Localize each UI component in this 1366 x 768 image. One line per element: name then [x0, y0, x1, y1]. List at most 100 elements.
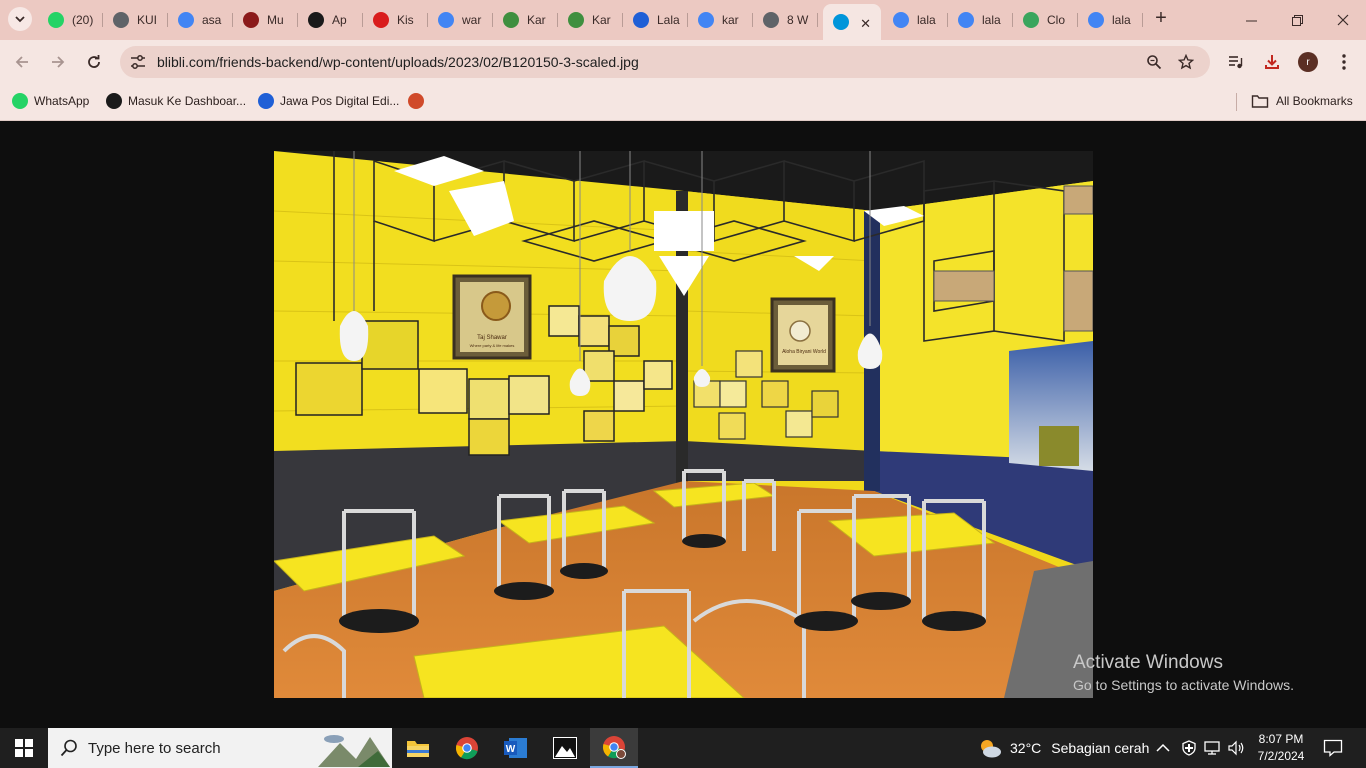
- notification-icon: [1323, 739, 1343, 757]
- bookmarks-divider: [1236, 93, 1237, 111]
- address-bar[interactable]: blibli.com/friends-backend/wp-content/up…: [120, 46, 1210, 78]
- zoom-magnifier-icon: [1147, 55, 1162, 70]
- activate-windows-title: Activate Windows: [1073, 652, 1223, 673]
- taskbar-clock[interactable]: 8:07 PM 7/2/2024: [1252, 731, 1310, 765]
- bookmark-item[interactable]: Masuk Ke Dashboar...: [106, 92, 246, 110]
- tab[interactable]: kar: [688, 6, 753, 34]
- tab[interactable]: lala: [1078, 6, 1143, 34]
- restore-button[interactable]: [1274, 0, 1320, 40]
- security-tray-button[interactable]: [1181, 728, 1197, 768]
- tab[interactable]: war: [428, 6, 493, 34]
- windows-logo-icon: [15, 739, 33, 757]
- chrome-taskbar-button[interactable]: [443, 728, 491, 768]
- tab-title: Ap: [332, 13, 347, 27]
- image-viewer: Taj Shawar Where party & life makes Aloh…: [0, 121, 1366, 728]
- tab-search-button[interactable]: [8, 7, 32, 31]
- restaurant-interior-photo: Taj Shawar Where party & life makes Aloh…: [274, 151, 1093, 698]
- media-queue-icon: [1229, 56, 1243, 69]
- folder-icon: [1251, 95, 1269, 108]
- reload-button[interactable]: [82, 50, 106, 74]
- close-window-button[interactable]: [1320, 0, 1366, 40]
- poster-right-title: Aloha Biryani World: [782, 349, 826, 355]
- site-info-icon[interactable]: [129, 53, 147, 71]
- google-icon: [178, 12, 194, 28]
- svg-text:W: W: [506, 744, 516, 755]
- tab[interactable]: KUI: [103, 6, 168, 34]
- s-logo-icon: [308, 12, 324, 28]
- chrome-icon: [455, 737, 478, 760]
- tab[interactable]: lala: [948, 6, 1013, 34]
- download-icon: [1265, 55, 1279, 69]
- tab-active[interactable]: ✕: [823, 4, 881, 40]
- blibli-icon: [833, 14, 849, 30]
- bookmark-item[interactable]: WhatsApp: [12, 92, 89, 110]
- tab-title: asa: [202, 13, 222, 27]
- zoom-button[interactable]: [1144, 52, 1164, 72]
- notification-center-button[interactable]: [1323, 728, 1343, 768]
- tab-title: lala: [982, 13, 1001, 27]
- media-control-button[interactable]: [1226, 52, 1246, 72]
- defender-shield-icon: [1182, 740, 1196, 756]
- forward-button[interactable]: [46, 50, 70, 74]
- bookmark-item[interactable]: [408, 92, 430, 110]
- tab-title: war: [462, 13, 482, 27]
- tab[interactable]: (20): [38, 6, 103, 34]
- weather-widget[interactable]: 32°C Sebagian cerah: [978, 728, 1149, 768]
- close-icon: [1337, 14, 1349, 26]
- maroon-logo-icon: [243, 12, 259, 28]
- whatsapp-icon: [12, 93, 28, 109]
- tab[interactable]: Kar: [493, 6, 558, 34]
- network-monitor-icon: [1204, 741, 1220, 755]
- tab-title: Clo: [1047, 13, 1066, 27]
- tab-close-icon[interactable]: ✕: [860, 16, 871, 32]
- new-tab-button[interactable]: +: [1150, 8, 1172, 30]
- minimize-button[interactable]: [1228, 0, 1274, 40]
- google-icon: [958, 12, 974, 28]
- tab[interactable]: asa: [168, 6, 233, 34]
- tab[interactable]: Ap: [298, 6, 363, 34]
- tab[interactable]: Mu: [233, 6, 298, 34]
- profile-avatar[interactable]: r: [1298, 52, 1318, 72]
- volume-tray-button[interactable]: [1228, 728, 1246, 768]
- tab[interactable]: 8 W: [753, 6, 818, 34]
- back-button[interactable]: [10, 50, 34, 74]
- file-explorer-taskbar-button[interactable]: [394, 728, 442, 768]
- start-button[interactable]: [0, 728, 48, 768]
- tab[interactable]: Lala: [623, 6, 688, 34]
- taskbar-search-box[interactable]: Type here to search: [48, 728, 392, 768]
- bookmark-star-button[interactable]: [1176, 52, 1196, 72]
- tab-title: Kar: [527, 13, 546, 27]
- browser-menu-button[interactable]: [1334, 52, 1354, 72]
- downloads-button[interactable]: [1262, 52, 1282, 72]
- url-text[interactable]: blibli.com/friends-backend/wp-content/up…: [157, 54, 639, 70]
- tab[interactable]: Clo: [1013, 6, 1078, 34]
- d-logo-icon: [633, 12, 649, 28]
- word-taskbar-button[interactable]: W: [492, 728, 540, 768]
- tab-title: lala: [917, 13, 936, 27]
- chrome-active-taskbar-button[interactable]: [590, 728, 638, 768]
- photos-taskbar-button[interactable]: [541, 728, 589, 768]
- tab-title: KUI: [137, 13, 158, 27]
- reload-icon: [88, 55, 100, 68]
- tab[interactable]: Kis: [363, 6, 428, 34]
- bookmarks-bar: WhatsApp Masuk Ke Dashboar... Jawa Pos Dig…: [0, 84, 1366, 121]
- speaker-icon: [1228, 740, 1244, 756]
- globe-icon: [113, 12, 129, 28]
- tab-title: (20): [72, 13, 94, 27]
- google-icon: [438, 12, 454, 28]
- tab[interactable]: Kar: [558, 6, 623, 34]
- tab[interactable]: lala: [883, 6, 948, 34]
- chevron-up-icon: [1156, 743, 1170, 752]
- chrome-icon: [602, 736, 626, 759]
- windows-taskbar: Type here to search W 32°C Sebagian cera…: [0, 728, 1366, 768]
- search-placeholder: Type here to search: [88, 740, 221, 757]
- tab-strip: (20) KUI asa Mu Ap Kis war Kar Kar Lala kar 8 W ✕ lal…: [0, 0, 1366, 40]
- bookmark-item[interactable]: Jawa Pos Digital Edi...: [258, 92, 399, 110]
- network-tray-button[interactable]: [1204, 728, 1222, 768]
- restaurant-interior-illustration: Taj Shawar Where party & life makes Aloh…: [274, 151, 1093, 698]
- all-bookmarks-button[interactable]: All Bookmarks: [1251, 92, 1353, 110]
- arrow-right-icon: [52, 56, 65, 68]
- show-hidden-icons-button[interactable]: [1156, 728, 1170, 768]
- clock-date: 7/2/2024: [1257, 749, 1305, 763]
- tab-title: 8 W: [787, 13, 809, 27]
